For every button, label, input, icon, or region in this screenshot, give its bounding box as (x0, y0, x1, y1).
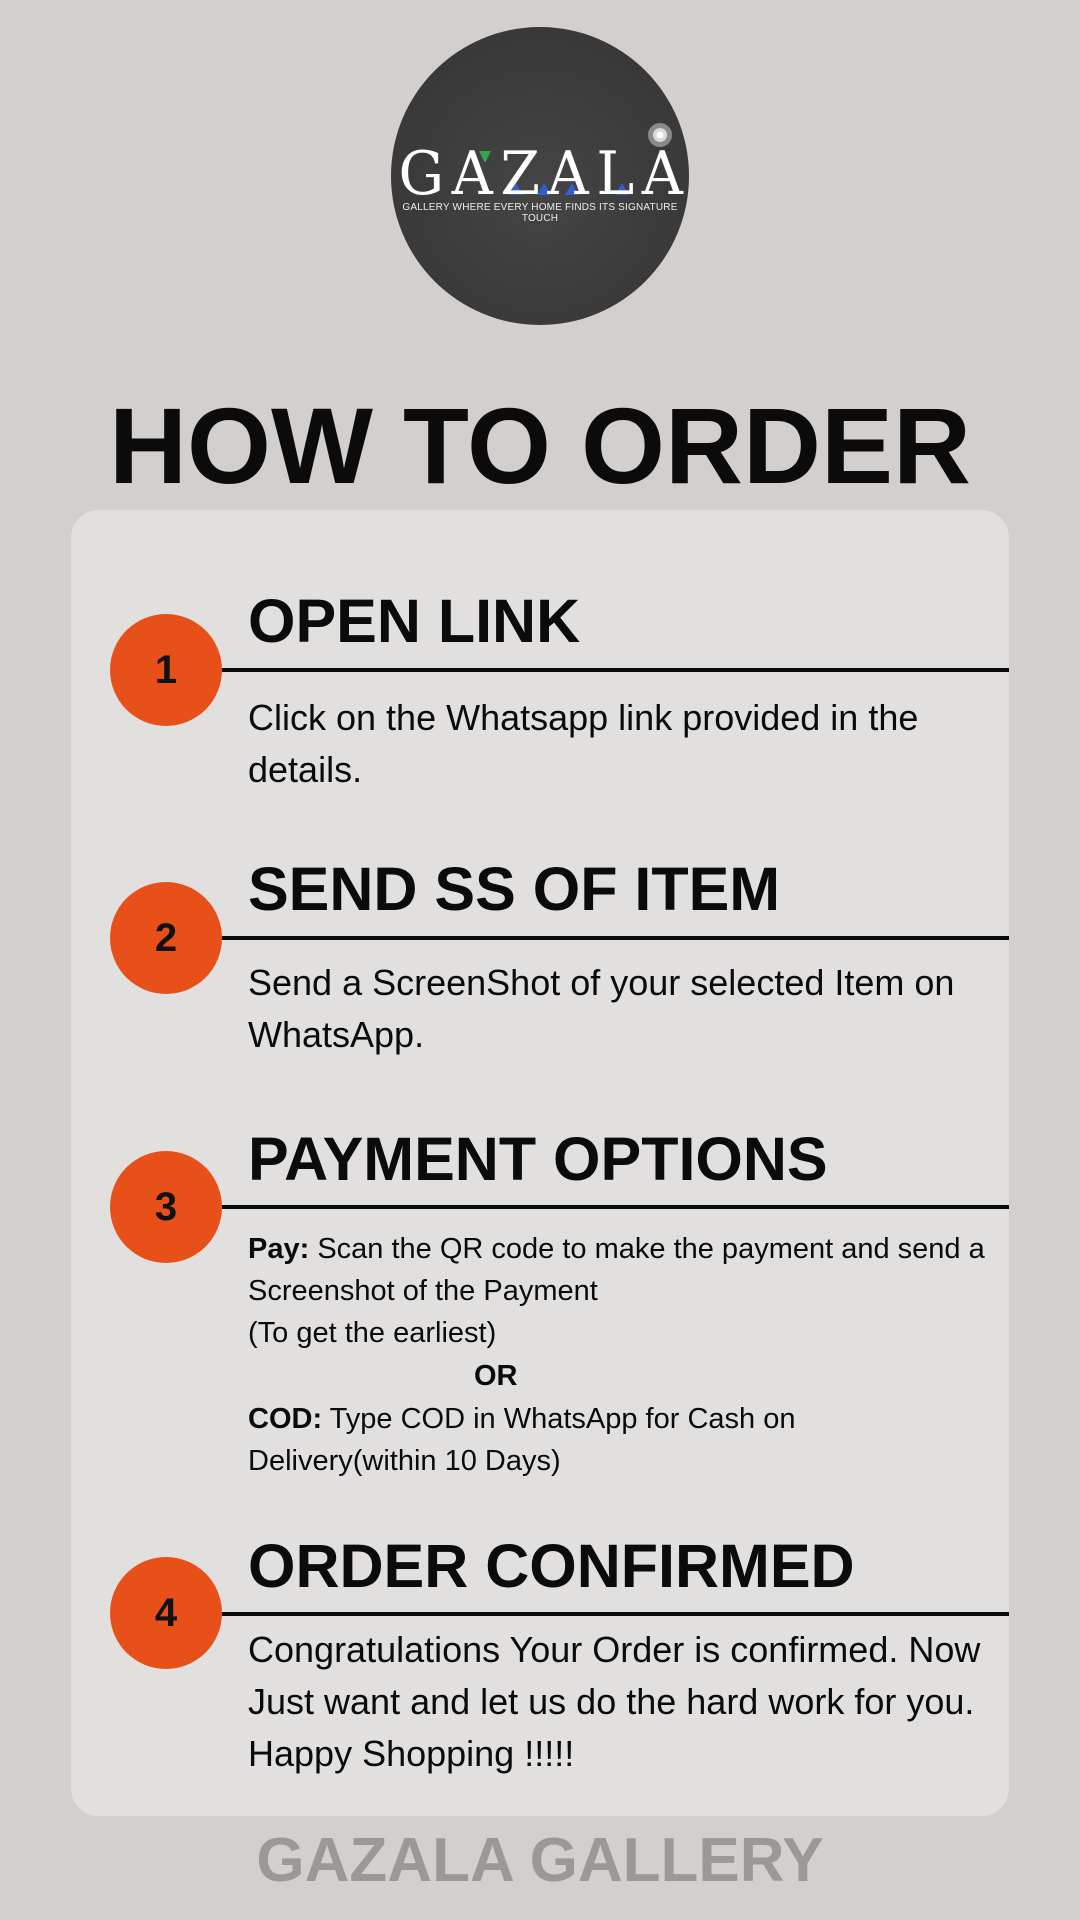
step-number-badge: 3 (110, 1151, 222, 1263)
logo-tagline: GALLERY WHERE EVERY HOME FINDS ITS SIGNA… (402, 202, 678, 224)
pay-label: Pay: (248, 1233, 310, 1265)
step-divider (222, 1205, 1009, 1209)
page-title: HOW TO ORDER (109, 385, 971, 506)
pay-text: Scan the QR code to make the payment and… (248, 1233, 985, 1307)
pay-option: Pay: Scan the QR code to make the paymen… (248, 1228, 988, 1312)
step-description: Congratulations Your Order is confirmed.… (248, 1629, 981, 1774)
step-title: PAYMENT OPTIONS (248, 1125, 828, 1193)
brand-logo: GAZALA GALLERY WHERE EVERY HOME FINDS IT… (391, 27, 689, 325)
step-title: ORDER CONFIRMED (248, 1532, 855, 1600)
step-description: Send a ScreenShot of your selected Item … (248, 962, 955, 1055)
step-number-badge: 4 (110, 1557, 222, 1669)
step-title: SEND SS OF ITEM (248, 855, 781, 923)
or-separator: OR (474, 1360, 518, 1392)
logo-wordmark: GAZALA (398, 139, 691, 209)
step-divider (222, 936, 1009, 940)
step-title: OPEN LINK (248, 587, 581, 655)
cod-option: COD: Type COD in WhatsApp for Cash on De… (248, 1398, 988, 1482)
step-description: Click on the Whatsapp link provided in t… (248, 697, 919, 790)
pay-note: (To get the earliest) (248, 1317, 497, 1349)
cod-label: COD: (248, 1403, 323, 1435)
step-divider (222, 668, 1009, 672)
cod-text: Type COD in WhatsApp for Cash on Deliver… (248, 1403, 796, 1477)
payment-options: Pay: Scan the QR code to make the paymen… (248, 1228, 988, 1482)
step-number-badge: 2 (110, 882, 222, 994)
footer-brand: GAZALA GALLERY (256, 1826, 824, 1895)
step-number-badge: 1 (110, 614, 222, 726)
step-divider (222, 1612, 1009, 1616)
